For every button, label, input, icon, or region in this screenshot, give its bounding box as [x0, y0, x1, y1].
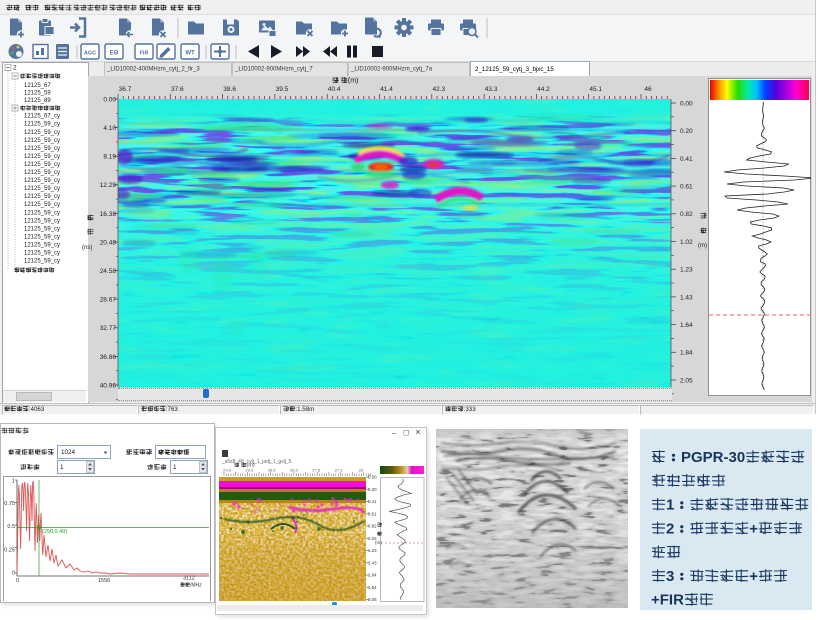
svg-text:FIR: FIR — [140, 51, 149, 57]
svg-text:WT: WT — [185, 51, 195, 57]
svg-text:EΘ: EΘ — [110, 51, 119, 57]
svg-text:AGC: AGC — [84, 51, 96, 57]
